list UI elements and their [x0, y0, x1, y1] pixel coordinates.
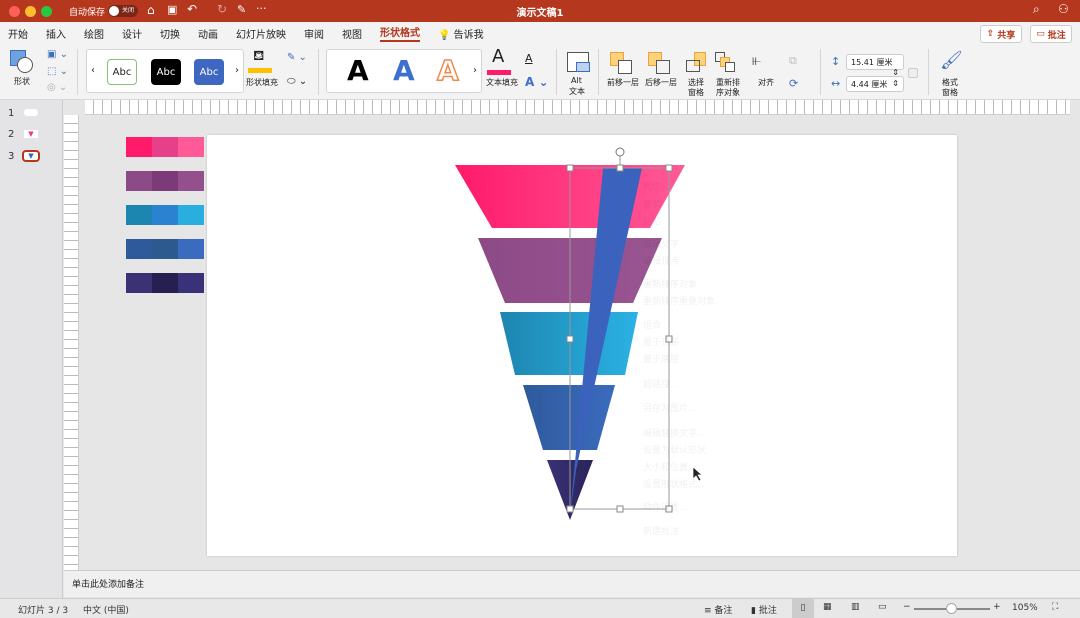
zoom-out-button[interactable]: − — [903, 602, 911, 612]
context-menu-item: 编辑文字 — [643, 240, 680, 250]
slide-counter: 幻灯片 3 / 3 — [18, 606, 69, 616]
comments-toggle-label: 批注 — [758, 606, 777, 616]
context-menu-item: 设置形状格式... — [643, 480, 706, 490]
comment-icon: ▮ — [751, 606, 756, 616]
zoom-level[interactable]: 105% — [1012, 603, 1038, 613]
funnel-level-4[interactable] — [523, 385, 615, 450]
zoom-in-button[interactable]: + — [993, 602, 1001, 612]
context-menu-item: 复制 — [643, 200, 662, 210]
funnel-graphic[interactable] — [0, 0, 1080, 618]
fit-to-window-icon[interactable]: ⛶ — [1052, 602, 1058, 612]
context-menu-item: 大小和位置... — [643, 463, 697, 473]
context-menu-item: 剪切 — [643, 183, 662, 193]
reading-view-button[interactable]: ▥ — [851, 602, 860, 612]
context-menu-item: 新建批注 — [643, 527, 680, 537]
context-menu-item: 组合 — [643, 321, 662, 331]
context-menu-item: 编辑替换文字... — [643, 429, 706, 439]
context-menu-item: 置于顶层 — [643, 338, 680, 348]
slide-sorter-view-button[interactable]: ▦ — [823, 602, 832, 612]
normal-view-button[interactable]: ▯ — [792, 599, 814, 618]
slideshow-view-button[interactable]: ▭ — [878, 602, 887, 612]
language-status[interactable]: 中文 (中国) — [83, 603, 129, 616]
context-menu-item: 置于底层 — [643, 355, 680, 365]
notes-icon: ≡ — [704, 606, 712, 616]
context-menu-item: 超链接... — [643, 380, 679, 390]
status-bar: 幻灯片 3 / 3 中文 (中国) ≡ 备注 ▮ 批注 ▯ ▦ ▥ ▭ − + … — [0, 598, 1080, 618]
context-menu-item: 另存为图片... — [643, 404, 697, 414]
context-menu-item: 粘贴 — [643, 217, 662, 227]
funnel-level-3[interactable] — [500, 312, 638, 375]
zoom-slider[interactable] — [914, 603, 990, 614]
context-menu-item: 重新排序重叠对象 — [643, 297, 716, 307]
context-menu-item: 设置为默认形状 — [643, 446, 707, 456]
notes-toggle-button[interactable]: ≡ 备注 — [704, 603, 732, 616]
notes-placeholder[interactable]: 单击此处添加备注 — [72, 580, 144, 590]
notes-label: 备注 — [714, 606, 733, 616]
zoom-slider-thumb[interactable] — [946, 603, 957, 614]
context-menu-item: 重新排序对象 — [643, 280, 698, 290]
comments-toggle-button[interactable]: ▮ 批注 — [751, 603, 777, 616]
context-menu-item: 动作设置... — [643, 503, 688, 513]
notes-pane[interactable]: 单击此处添加备注 — [64, 570, 1080, 597]
rotate-handle[interactable] — [615, 147, 625, 157]
context-menu-item: 编辑顶点 — [643, 257, 680, 267]
